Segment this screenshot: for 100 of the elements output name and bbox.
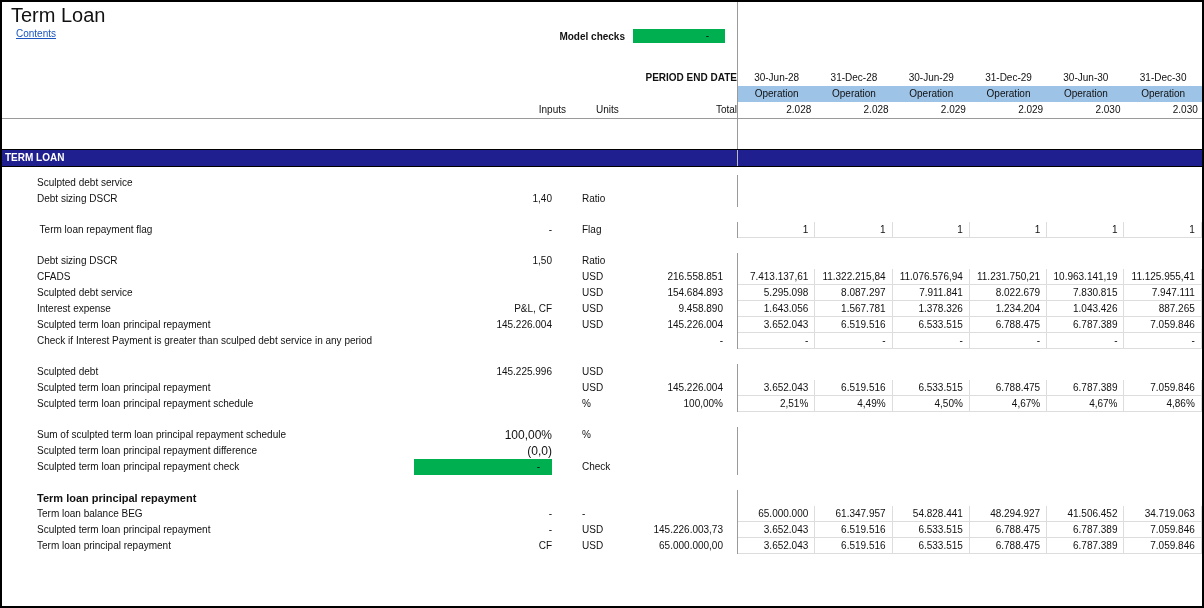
period-value: 1.234.204 <box>969 301 1048 317</box>
unit-label: USD <box>581 318 605 332</box>
period-year: 2.030 <box>1171 103 1199 117</box>
period-value: 7.830.815 <box>1047 285 1125 301</box>
period-value: 6.788.475 <box>969 538 1048 554</box>
period-date: 31-Dec-29 <box>984 71 1033 85</box>
unit-label: % <box>581 397 592 411</box>
period-value: 6.787.389 <box>1047 317 1125 333</box>
input-value: - <box>547 523 552 537</box>
period-value: 1.567.781 <box>815 301 893 317</box>
total-value: 9.458.890 <box>677 302 723 316</box>
input-value: 145.226.004 <box>495 318 552 332</box>
model-checks-status: - <box>633 29 725 43</box>
period-date: 30-Jun-30 <box>1062 71 1110 85</box>
period-value: 8.087.297 <box>815 285 893 301</box>
row-label: Sculpted debt <box>36 365 100 379</box>
row-label: Sculpted debt service <box>36 176 134 190</box>
period-phase: Operation <box>908 87 955 101</box>
row-label: Sculpted debt service <box>36 286 134 300</box>
period-value: 7.947.111 <box>1124 285 1202 301</box>
period-value: 6.788.475 <box>969 317 1048 333</box>
period-value: 1 <box>1124 222 1202 238</box>
period-value: 2,51% <box>738 396 816 412</box>
period-value: 3.652.043 <box>738 317 816 333</box>
period-end-date-label: PERIOD END DATE <box>645 71 737 85</box>
unit-label: USD <box>581 270 605 284</box>
period-value: - <box>815 333 893 349</box>
input-value: P&L, CF <box>513 302 552 316</box>
period-value: 4,50% <box>892 396 970 412</box>
period-value: 4,49% <box>815 396 893 412</box>
total-value: 145.226.003,73 <box>652 523 723 537</box>
period-value: 7.059.846 <box>1124 538 1202 554</box>
total-value: - <box>718 334 723 348</box>
unit-label: USD <box>581 365 605 379</box>
unit-label: Ratio <box>581 192 607 206</box>
period-value: - <box>1047 333 1125 349</box>
period-value: - <box>1124 333 1202 349</box>
row-label: Term loan principal repayment <box>36 539 172 553</box>
row-label: Sculpted term loan principal repayment <box>36 318 212 332</box>
period-value: 1 <box>892 222 970 238</box>
period-value: 1.378.326 <box>892 301 970 317</box>
unit-label: USD <box>581 381 605 395</box>
total-header: Total <box>714 103 737 117</box>
period-value: 4,86% <box>1124 396 1202 412</box>
total-value: 154.684.893 <box>666 286 723 300</box>
input-value: 1,50 <box>531 254 552 268</box>
period-value: 3.652.043 <box>738 538 816 554</box>
period-value: 6.787.389 <box>1047 522 1125 538</box>
period-phase: Operation <box>985 87 1032 101</box>
period-value: 7.911.841 <box>892 285 970 301</box>
unit-label: Check <box>581 460 612 474</box>
period-value: 41.506.452 <box>1047 506 1125 522</box>
unit-label: Ratio <box>581 254 607 268</box>
contents-link[interactable]: Contents <box>16 28 57 39</box>
input-value: - <box>547 507 552 521</box>
period-year: 2.030 <box>1094 103 1122 117</box>
period-value: 10.963.141,19 <box>1047 269 1125 285</box>
unit-label: USD <box>581 302 605 316</box>
unit-label: USD <box>581 286 605 300</box>
period-year: 2.028 <box>862 103 890 117</box>
period-value: 5.295.098 <box>738 285 816 301</box>
period-value: - <box>969 333 1048 349</box>
unit-label: USD <box>581 523 605 537</box>
period-year: 2.029 <box>939 103 967 117</box>
section-title: TERM LOAN <box>5 152 65 163</box>
input-value: - <box>547 223 552 237</box>
total-value: 216.558.851 <box>666 270 723 284</box>
units-header: Units <box>595 103 620 117</box>
input-value: 100,00% <box>503 427 552 443</box>
period-value: 11.076.576,94 <box>892 269 970 285</box>
period-year: 2.029 <box>1017 103 1045 117</box>
period-value: 65.000.000 <box>738 506 816 522</box>
row-label: CFADS <box>36 270 72 284</box>
row-label: Term loan principal repayment <box>36 491 198 506</box>
row-label: Term loan repayment flag <box>38 223 154 237</box>
period-value: 54.828.441 <box>892 506 970 522</box>
period-value: 7.059.846 <box>1124 522 1202 538</box>
period-date: 30-Jun-28 <box>753 71 801 85</box>
period-value: 11.322.215,84 <box>815 269 893 285</box>
input-value: CF <box>537 539 552 553</box>
model-checks-label: Model checks <box>559 30 625 42</box>
input-value: (0,0) <box>526 443 552 459</box>
total-value: 145.226.004 <box>666 318 723 332</box>
row-label: Sculpted term loan principal repayment difference <box>36 444 258 458</box>
period-year: 2.028 <box>785 103 813 117</box>
sheet-title: Term Loan <box>11 3 106 28</box>
period-value: 6.787.389 <box>1047 380 1125 396</box>
period-date: 31-Dec-30 <box>1138 71 1188 85</box>
row-label: Sum of sculpted term loan principal repayment schedule <box>36 428 288 442</box>
unit-label: - <box>581 507 587 521</box>
row-label: Sculpted term loan principal repayment <box>36 381 212 395</box>
period-value: 34.719.063 <box>1124 506 1202 522</box>
input-value: 1,40 <box>531 192 552 206</box>
period-value: 6.533.515 <box>892 538 970 554</box>
period-value: 48.294.927 <box>969 506 1048 522</box>
period-value: 1 <box>738 222 816 238</box>
inputs-header: Inputs <box>537 103 566 117</box>
period-phase: Operation <box>753 87 800 101</box>
check-status-cell: - <box>414 459 552 475</box>
total-value: 100,00% <box>682 397 723 411</box>
